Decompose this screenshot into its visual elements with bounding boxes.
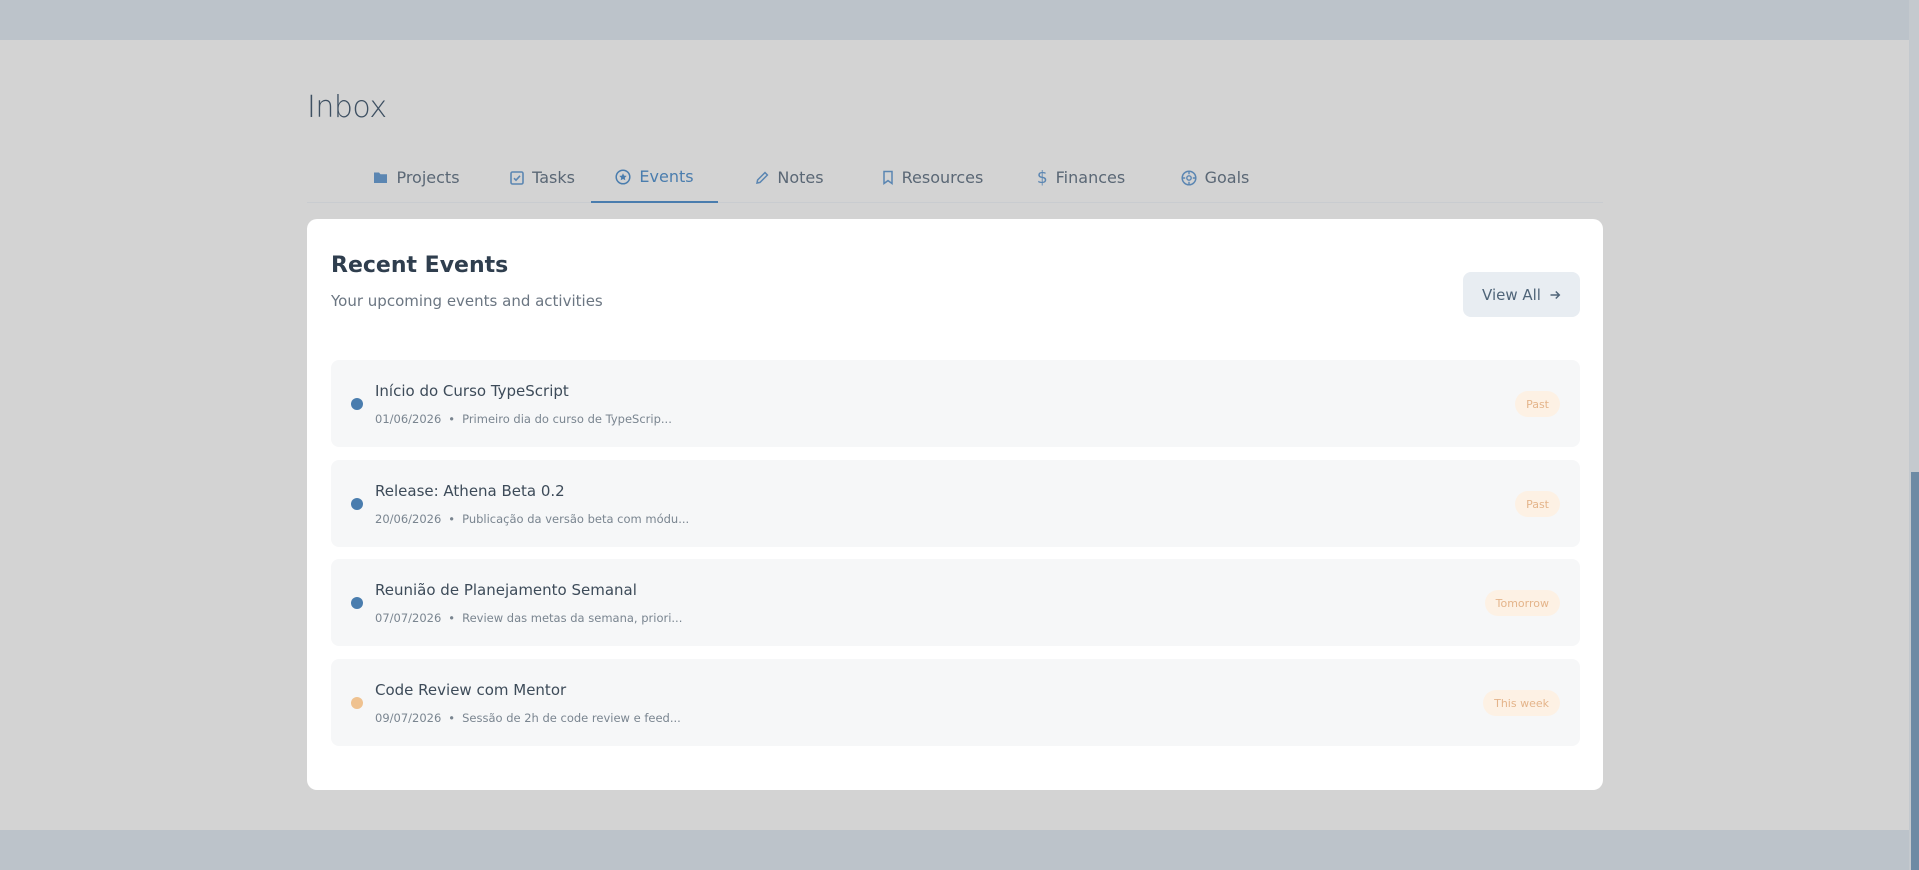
arrow-right-icon xyxy=(1549,289,1561,301)
event-status-dot xyxy=(351,597,363,609)
target-icon xyxy=(1181,169,1197,186)
event-meta: 07/07/2026 • Review das metas da semana, p… xyxy=(375,611,682,625)
tab-label: Goals xyxy=(1204,168,1250,187)
pencil-icon xyxy=(755,171,769,185)
recent-events-card: Recent Events Your upcoming events and a… xyxy=(307,219,1603,790)
tab-finances[interactable]: $ Finances xyxy=(1020,152,1142,203)
event-title: Reunião de Planejamento Semanal xyxy=(375,581,637,599)
separator: • xyxy=(448,611,456,625)
scrollbar-thumb[interactable] xyxy=(1911,472,1919,870)
tab-label: Notes xyxy=(777,168,824,187)
event-badge: Tomorrow xyxy=(1484,590,1560,616)
event-badge: Past xyxy=(1515,491,1560,517)
bookmark-icon xyxy=(882,170,894,185)
tab-events[interactable]: Events xyxy=(591,152,718,203)
star-circle-icon xyxy=(615,168,631,185)
tab-label: Events xyxy=(639,167,694,186)
event-item[interactable]: Release: Athena Beta 0.2 20/06/2026 • Publ… xyxy=(331,460,1580,547)
event-badge: This week xyxy=(1483,690,1560,716)
tab-label: Projects xyxy=(396,168,460,187)
tab-goals[interactable]: Goals xyxy=(1160,152,1270,203)
view-all-button[interactable]: View All xyxy=(1463,272,1580,317)
event-title: Release: Athena Beta 0.2 xyxy=(375,482,565,500)
page-title: Inbox xyxy=(307,90,387,125)
dollar-icon: $ xyxy=(1036,167,1048,188)
card-title: Recent Events xyxy=(331,253,509,278)
event-date: 01/06/2026 xyxy=(375,412,442,426)
event-meta: 20/06/2026 • Publicação da versão beta com… xyxy=(375,512,689,526)
tab-resources[interactable]: Resources xyxy=(865,152,1000,203)
event-description: Publicação da versão beta com módu... xyxy=(462,512,690,526)
tab-bar: Projects Tasks Events Notes Resources $ … xyxy=(307,152,1603,203)
event-meta: 09/07/2026 • Sessão de 2h de code review e… xyxy=(375,711,681,725)
event-title: Início do Curso TypeScript xyxy=(375,382,569,400)
tab-tasks[interactable]: Tasks xyxy=(496,152,589,203)
separator: • xyxy=(448,711,456,725)
event-meta: 01/06/2026 • Primeiro dia do curso de Type… xyxy=(375,412,672,426)
event-item[interactable]: Code Review com Mentor 09/07/2026 • Sessão… xyxy=(331,659,1580,746)
tab-notes[interactable]: Notes xyxy=(737,152,842,203)
bottom-bar xyxy=(0,830,1909,870)
event-item[interactable]: Reunião de Planejamento Semanal 07/07/20… xyxy=(331,559,1580,646)
separator: • xyxy=(448,512,456,526)
event-date: 09/07/2026 xyxy=(375,711,442,725)
separator: • xyxy=(448,412,456,426)
card-subtitle: Your upcoming events and activities xyxy=(331,292,603,310)
event-description: Review das metas da semana, priori... xyxy=(462,611,683,625)
view-all-label: View All xyxy=(1482,285,1541,304)
top-bar xyxy=(0,0,1909,40)
event-status-dot xyxy=(351,398,363,410)
event-description: Primeiro dia do curso de TypeScrip... xyxy=(462,412,672,426)
event-description: Sessão de 2h de code review e feed... xyxy=(462,711,681,725)
checkbox-icon xyxy=(510,170,524,185)
event-item[interactable]: Início do Curso TypeScript 01/06/2026 • Pr… xyxy=(331,360,1580,447)
event-date: 20/06/2026 xyxy=(375,512,442,526)
tab-label: Tasks xyxy=(532,168,575,187)
tab-label: Finances xyxy=(1055,168,1126,187)
event-status-dot xyxy=(351,697,363,709)
tab-projects[interactable]: Projects xyxy=(357,152,476,203)
folder-icon xyxy=(373,171,388,184)
event-date: 07/07/2026 xyxy=(375,611,442,625)
event-title: Code Review com Mentor xyxy=(375,681,567,699)
event-status-dot xyxy=(351,498,363,510)
tab-label: Resources xyxy=(901,168,984,187)
event-badge: Past xyxy=(1515,391,1560,417)
